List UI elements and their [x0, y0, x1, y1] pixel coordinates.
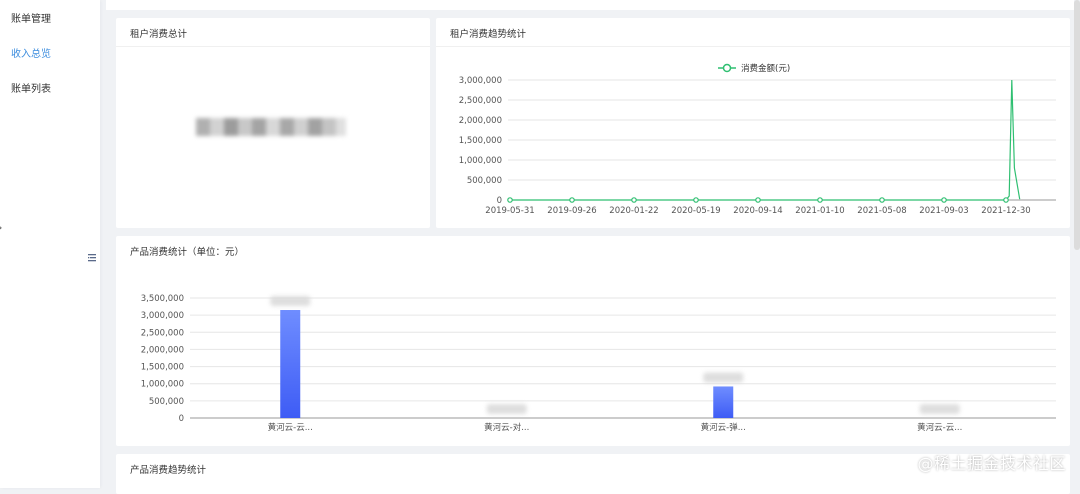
- trend-point: [817, 197, 823, 203]
- bar-category-label: 黄河云-云...: [268, 422, 313, 433]
- bar-category-label: 黄河云-对...: [484, 422, 529, 433]
- trend-x-tick-label: 2021-01-10: [795, 206, 844, 216]
- trend-y-tick-label: 1,500,000: [459, 136, 502, 146]
- blurred-total-amount: [196, 116, 356, 140]
- sidebar: 账单管理 收入总览 账单列表: [0, 0, 100, 488]
- trend-point: [631, 197, 637, 203]
- tenant-total-title: 租户消费总计: [130, 29, 188, 40]
- trend-x-tick-label: 2020-01-22: [609, 206, 658, 216]
- bar: [280, 310, 301, 418]
- bar-data-label-blurred: [270, 296, 311, 306]
- trend-point: [879, 197, 885, 203]
- bar: [713, 386, 734, 418]
- trend-y-tick-label: 2,500,000: [459, 96, 502, 106]
- trend-y-tick-label: 1,000,000: [459, 156, 502, 166]
- bar-y-tick-label: 0: [179, 414, 184, 424]
- trend-x-tick-label: 2020-09-14: [733, 206, 782, 216]
- main-content: 租户消费总计 租户消费趋势统计 0 500,000 1,000,000 1,500,0…: [106, 0, 1074, 494]
- trend-x-tick-label: 2020-05-19: [671, 206, 720, 216]
- trend-point: [1003, 197, 1009, 203]
- trend-y-tick-label: 2,000,000: [459, 116, 502, 126]
- bar-y-tick-label: 3,500,000: [141, 294, 184, 304]
- page-scrollbar[interactable]: [1074, 0, 1080, 250]
- tenant-trend-card: 租户消费趋势统计 0 500,000 1,000,000 1,500,000 2,000…: [436, 18, 1070, 228]
- bar-data-label-blurred: [486, 404, 527, 414]
- tenant-total-card: 租户消费总计: [116, 18, 430, 228]
- menu-toggle-icon[interactable]: [87, 248, 97, 262]
- chevron-right-icon[interactable]: ›: [0, 222, 6, 234]
- trend-y-tick-label: 3,000,000: [459, 76, 502, 86]
- trend-x-tick-label: 2019-09-26: [547, 206, 596, 216]
- trend-x-tick-label: 2021-05-08: [857, 206, 906, 216]
- trend-x-tick-label: 2021-09-03: [919, 206, 968, 216]
- trend-point: [755, 197, 761, 203]
- trend-point: [507, 197, 513, 203]
- trend-x-tick-label: 2019-05-31: [485, 206, 534, 216]
- bar-y-tick-label: 2,000,000: [141, 345, 184, 355]
- tenant-trend-chart: 0 500,000 1,000,000 1,500,000 2,000,000 2,500…: [459, 63, 1056, 216]
- bar-y-tick-label: 2,500,000: [141, 328, 184, 338]
- bar-data-label-blurred: [919, 404, 960, 414]
- top-strip: [106, 0, 1074, 10]
- product-trend-title: 产品消费趋势统计: [130, 465, 207, 476]
- trend-x-tick-label: 2021-12-30: [981, 206, 1030, 216]
- legend-marker: [722, 63, 732, 73]
- sidebar-item-billing-management[interactable]: 账单管理: [11, 10, 51, 25]
- bar-y-tick-label: 1,500,000: [141, 363, 184, 373]
- trend-y-tick-label: 500,000: [467, 176, 502, 186]
- bar-y-tick-label: 500,000: [149, 397, 184, 407]
- sidebar-item-income-overview[interactable]: 收入总览: [11, 45, 51, 60]
- trend-point: [941, 197, 947, 203]
- legend-label: 消费金额(元): [741, 63, 790, 74]
- sidebar-item-bill-list[interactable]: 账单列表: [11, 80, 51, 95]
- product-stats-card: 产品消费统计（单位：元） 0 500,000 1,000,000 1,500,000 2…: [116, 236, 1070, 446]
- bar-category-label: 黄河云-弹...: [701, 422, 746, 433]
- trend-point: [569, 197, 575, 203]
- bar-y-tick-label: 3,000,000: [141, 311, 184, 321]
- bar-data-label-blurred: [703, 372, 744, 383]
- watermark: @稀土掘金技术社区: [917, 454, 1066, 473]
- trend-y-tick-label: 0: [497, 196, 502, 206]
- bar-y-tick-label: 1,000,000: [141, 380, 184, 390]
- trend-point: [693, 197, 699, 203]
- product-stats-chart: 0 500,000 1,000,000 1,500,000 2,000,000 2,500…: [141, 294, 1056, 433]
- bar-category-label: 黄河云-云...: [917, 422, 962, 433]
